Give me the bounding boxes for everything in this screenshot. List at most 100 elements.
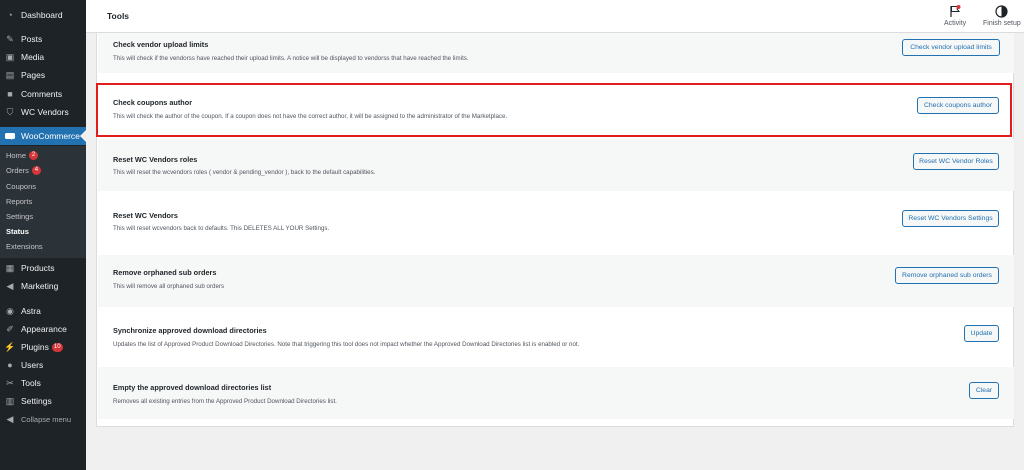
activity-button[interactable]: Activity bbox=[944, 4, 966, 27]
plugins-badge: 10 bbox=[51, 342, 63, 352]
sidebar-item-marketing[interactable]: ◀ Marketing bbox=[0, 277, 86, 295]
current-menu-arrow bbox=[80, 130, 86, 142]
flag-icon bbox=[949, 4, 961, 18]
tool-description: This will reset wcvendors back to defaul… bbox=[113, 225, 330, 232]
tool-row: Reset WC Vendors This will reset wcvendo… bbox=[98, 193, 1014, 245]
sidebar-item-posts[interactable]: ✎ Posts bbox=[0, 30, 86, 48]
submenu-item-label: Orders bbox=[6, 166, 29, 175]
admin-sidebar: ◔ Dashboard ✎ Posts ▣ Media ▤ Pages ■ Co… bbox=[0, 0, 86, 470]
comment-icon: ■ bbox=[7, 89, 13, 99]
progress-circle-icon bbox=[995, 4, 1008, 18]
tool-title: Check vendor upload limits bbox=[113, 40, 209, 49]
woocommerce-submenu: Home 2 Orders 4 Coupons Reports Settings… bbox=[0, 146, 86, 258]
sidebar-item-media[interactable]: ▣ Media bbox=[0, 48, 86, 66]
submenu-item-coupons[interactable]: Coupons bbox=[6, 182, 36, 191]
page-title: Tools bbox=[107, 11, 130, 21]
finish-setup-label: Finish setup bbox=[983, 20, 1021, 27]
sidebar-item-label: Posts bbox=[21, 34, 43, 44]
sidebar-item-label: WooCommerce bbox=[21, 131, 80, 141]
submenu-item-label: Extensions bbox=[6, 242, 43, 251]
remove-orphaned-sub-orders-button[interactable]: Remove orphaned sub orders bbox=[895, 267, 999, 284]
reset-wc-vendors-settings-button[interactable]: Reset WC Vendors Settings bbox=[902, 210, 999, 227]
page-icon: ▤ bbox=[5, 69, 15, 80]
orders-badge: 4 bbox=[31, 166, 41, 175]
woo-icon bbox=[5, 131, 15, 141]
pin-icon: ✎ bbox=[6, 33, 14, 44]
home-badge: 2 bbox=[29, 151, 39, 160]
astra-icon: ◉ bbox=[6, 305, 14, 316]
sidebar-item-label: Comments bbox=[21, 89, 63, 99]
sidebar-item-label: Dashboard bbox=[21, 10, 63, 20]
sidebar-item-users[interactable]: ● Users bbox=[0, 356, 86, 374]
sidebar-item-comments[interactable]: ■ Comments bbox=[0, 85, 86, 103]
sidebar-item-label: Users bbox=[21, 360, 44, 370]
sidebar-item-pages[interactable]: ▤ Pages bbox=[0, 66, 86, 84]
cart-icon: ⛉ bbox=[6, 106, 14, 117]
tool-title: Empty the approved download directories … bbox=[113, 383, 272, 392]
tool-row: Empty the approved download directories … bbox=[98, 367, 1014, 419]
update-button[interactable]: Update bbox=[964, 325, 999, 342]
sidebar-item-label: Astra bbox=[21, 306, 41, 316]
tool-title: Synchronize approved download directorie… bbox=[113, 326, 267, 335]
collapse-icon: ◀ bbox=[6, 413, 14, 424]
sidebar-item-appearance[interactable]: ✐ Appearance bbox=[0, 320, 86, 338]
check-vendor-upload-limits-button[interactable]: Check vendor upload limits bbox=[902, 39, 1000, 56]
tool-row: Remove orphaned sub orders This will rem… bbox=[98, 255, 1014, 307]
sidebar-item-label: Pages bbox=[21, 70, 46, 80]
submenu-item-label: Coupons bbox=[6, 182, 37, 191]
brush-icon: ✐ bbox=[6, 323, 14, 334]
reset-wc-vendor-roles-button[interactable]: Reset WC Vendor Roles bbox=[913, 153, 999, 170]
tool-row: Reset WC Vendors roles This will reset t… bbox=[98, 139, 1014, 191]
plug-icon: ⚡ bbox=[4, 341, 16, 352]
finish-setup-button[interactable]: Finish setup bbox=[983, 4, 1021, 27]
megaphone-icon: ◀ bbox=[6, 280, 14, 291]
collapse-menu-button[interactable]: ◀ Collapse menu bbox=[0, 410, 86, 428]
sidebar-item-settings[interactable]: ▥ Settings bbox=[0, 392, 86, 410]
dashboard-icon: ◔ bbox=[7, 10, 13, 20]
submenu-item-label: Home bbox=[6, 151, 27, 160]
tool-description: This will remove all orphaned sub orders bbox=[113, 283, 225, 290]
sidebar-item-label: Products bbox=[21, 263, 55, 273]
submenu-item-label: Reports bbox=[6, 197, 33, 206]
tool-title: Remove orphaned sub orders bbox=[113, 268, 217, 277]
sidebar-item-label: Marketing bbox=[21, 281, 59, 291]
tool-description: This will check if the vendorss have rea… bbox=[113, 55, 469, 62]
media-icon: ▣ bbox=[5, 51, 15, 62]
submenu-item-reports[interactable]: Reports bbox=[6, 197, 32, 206]
box-icon: ▦ bbox=[5, 262, 15, 273]
sidebar-item-plugins[interactable]: ⚡ Plugins 10 bbox=[0, 338, 86, 356]
tool-row: Check vendor upload limits This will che… bbox=[98, 33, 1014, 73]
tool-description: This will reset the wcvendors roles ( ve… bbox=[113, 169, 376, 176]
activity-label: Activity bbox=[944, 20, 967, 27]
clear-button[interactable]: Clear bbox=[969, 382, 999, 399]
submenu-item-home[interactable]: Home 2 bbox=[6, 151, 39, 160]
submenu-item-label: Settings bbox=[6, 212, 34, 221]
page-header: Tools Activity Finish setup bbox=[86, 0, 1024, 33]
submenu-item-extensions[interactable]: Extensions bbox=[6, 242, 43, 251]
submenu-item-settings[interactable]: Settings bbox=[6, 212, 33, 221]
sidebar-item-products[interactable]: ▦ Products bbox=[0, 259, 86, 277]
sidebar-item-dashboard[interactable]: ◔ Dashboard bbox=[0, 6, 86, 24]
tool-description: Removes all existing entries from the Ap… bbox=[113, 398, 337, 405]
sidebar-item-woocommerce[interactable]: WooCommerce bbox=[0, 127, 86, 145]
tool-title: Reset WC Vendors bbox=[113, 211, 178, 220]
sidebar-item-astra[interactable]: ◉ Astra bbox=[0, 302, 86, 320]
wrench-icon: ✂ bbox=[6, 377, 14, 388]
sidebar-item-label: Appearance bbox=[21, 324, 67, 334]
sidebar-item-wc-vendors[interactable]: ⛉ WC Vendors bbox=[0, 103, 86, 121]
sidebar-item-label: Plugins bbox=[21, 342, 49, 352]
submenu-item-orders[interactable]: Orders 4 bbox=[6, 166, 41, 175]
settings-icon: ▥ bbox=[5, 395, 15, 406]
sidebar-item-label: Tools bbox=[21, 378, 41, 388]
user-icon: ● bbox=[7, 360, 13, 370]
sidebar-item-tools[interactable]: ✂ Tools bbox=[0, 374, 86, 392]
tool-title: Reset WC Vendors roles bbox=[113, 155, 198, 164]
sidebar-item-label: Collapse menu bbox=[21, 414, 72, 424]
tool-row: Synchronize approved download directorie… bbox=[98, 309, 1014, 361]
sidebar-item-label: WC Vendors bbox=[21, 107, 69, 117]
tool-description: Updates the list of Approved Product Dow… bbox=[113, 341, 580, 348]
submenu-item-status[interactable]: Status bbox=[6, 227, 29, 236]
highlight-box bbox=[96, 83, 1012, 137]
sidebar-item-label: Settings bbox=[21, 396, 52, 406]
submenu-item-label: Status bbox=[6, 227, 29, 236]
